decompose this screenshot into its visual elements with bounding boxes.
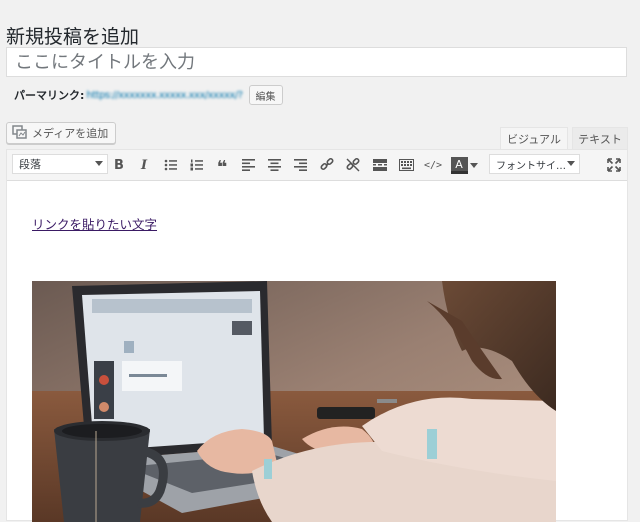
bullet-list-button[interactable] (159, 154, 183, 176)
align-center-icon (267, 159, 281, 171)
page-title: 新規投稿を追加 (6, 25, 140, 48)
italic-icon: I (140, 157, 148, 173)
tab-text[interactable]: テキスト (572, 127, 628, 149)
code-button[interactable]: </> (421, 154, 445, 176)
post-title-input[interactable] (6, 47, 627, 77)
bold-icon: B (114, 157, 124, 173)
text-color-icon: A (450, 156, 468, 174)
align-left-icon (241, 159, 255, 171)
link-icon (320, 158, 334, 171)
unlink-icon (346, 158, 360, 172)
content-link[interactable]: リンクを貼りたい文字 (32, 214, 157, 233)
fullscreen-icon (607, 158, 621, 172)
align-right-icon (293, 159, 307, 171)
permalink-row: パーマリンク: https://xxxxxxx.xxxxx.xxx/xxxxx/… (14, 85, 283, 105)
blockquote-icon: ❝ (216, 157, 228, 178)
chevron-down-icon (567, 161, 575, 166)
add-media-icon (12, 124, 28, 142)
add-media-button[interactable]: メディアを追加 (6, 122, 117, 144)
italic-button[interactable]: I (132, 154, 156, 176)
format-select[interactable]: 段落 (12, 154, 108, 174)
align-left-button[interactable] (236, 154, 260, 176)
keyboard-icon (398, 159, 414, 171)
numbered-list-button[interactable] (185, 154, 209, 176)
font-size-select-value: フォントサイ… (496, 160, 566, 172)
tab-visual[interactable]: ビジュアル (500, 127, 568, 149)
edit-permalink-button[interactable]: 編集 (248, 85, 283, 105)
bold-button[interactable]: B (107, 154, 131, 176)
laptop-photo (32, 281, 556, 522)
post-editor: 段落 B I ❝ </> A フォントサイ… リンクを貼りたい文字 (6, 149, 628, 522)
toolbar-toggle-button[interactable] (394, 154, 418, 176)
insert-link-button[interactable] (315, 154, 339, 176)
font-size-select[interactable]: フォントサイ… (489, 154, 580, 174)
align-right-button[interactable] (288, 154, 312, 176)
remove-link-button[interactable] (341, 154, 365, 176)
read-more-icon (373, 159, 387, 171)
blockquote-button[interactable]: ❝ (210, 154, 234, 178)
editor-toolbar: 段落 B I ❝ </> A フォントサイ… (7, 150, 627, 181)
permalink-label: パーマリンク: (14, 89, 85, 102)
fullscreen-button[interactable] (602, 154, 626, 176)
format-select-value: 段落 (19, 158, 41, 171)
add-media-label: メディアを追加 (32, 127, 109, 140)
numbered-list-icon (190, 159, 203, 171)
chevron-down-icon (95, 161, 103, 166)
code-icon: </> (423, 159, 443, 171)
read-more-button[interactable] (368, 154, 392, 176)
align-center-button[interactable] (262, 154, 286, 176)
permalink-url[interactable]: https://xxxxxxx.xxxxx.xxx/xxxxx/? (86, 90, 243, 101)
bullet-list-icon (164, 159, 177, 171)
content-image[interactable] (32, 281, 556, 522)
chevron-down-icon (470, 162, 478, 168)
text-color-dropdown[interactable] (468, 154, 480, 176)
